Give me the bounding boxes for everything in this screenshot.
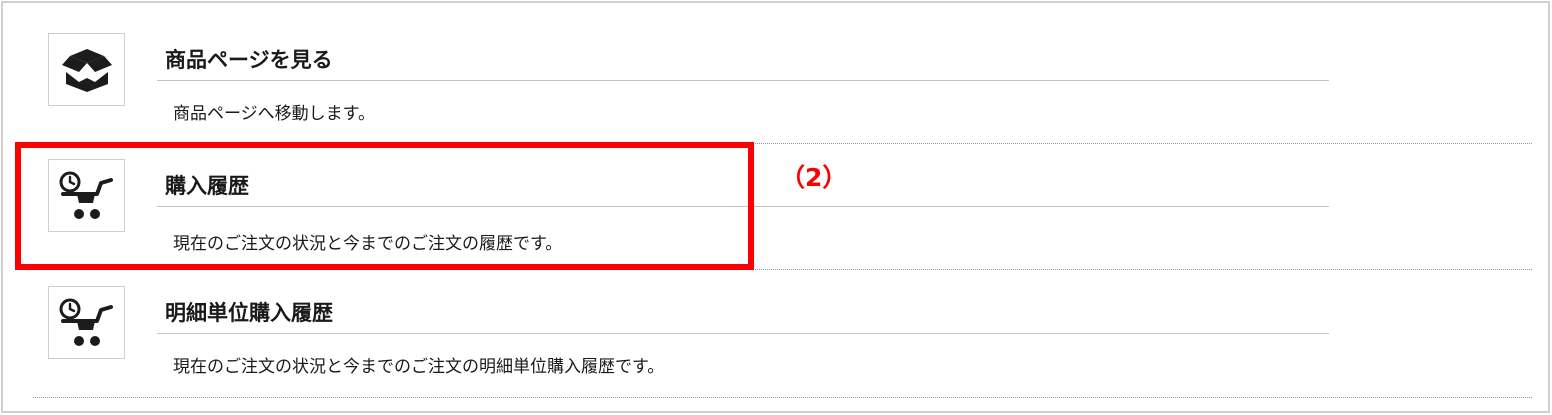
row-separator (33, 397, 1532, 398)
highlight-box (15, 142, 754, 270)
divider (157, 333, 1329, 334)
divider (157, 80, 1329, 81)
box-icon (48, 33, 125, 106)
cart-history-icon (48, 286, 125, 359)
callout-label: （2） (780, 163, 848, 192)
menu-item-product-page[interactable]: 商品ページを見る 商品ページへ移動します。 (0, 33, 1552, 133)
menu-item-title[interactable]: 明細単位購入履歴 (165, 297, 333, 327)
menu-item-description: 現在のご注文の状況と今までのご注文の明細単位購入履歴です。 (173, 357, 665, 377)
menu-item-description: 商品ページへ移動します。 (173, 104, 375, 124)
menu-item-detail-purchase-history[interactable]: 明細単位購入履歴 現在のご注文の状況と今までのご注文の明細単位購入履歴です。 (0, 286, 1552, 386)
menu-item-title[interactable]: 商品ページを見る (165, 44, 333, 74)
